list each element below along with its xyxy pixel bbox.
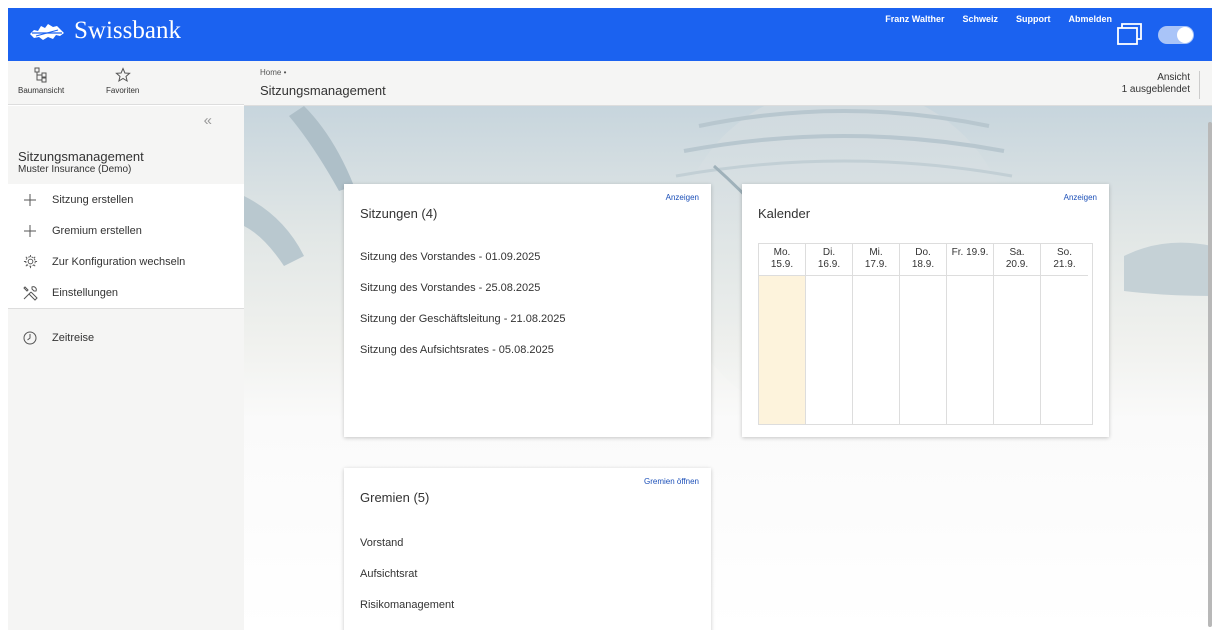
top-links: Franz Walther Schweiz Support Abmelden: [885, 14, 1112, 24]
calendar-day-cell[interactable]: [806, 276, 852, 424]
gear-icon: [22, 254, 38, 270]
create-session-label: Sitzung erstellen: [52, 193, 134, 206]
create-committee-label: Gremium erstellen: [52, 224, 142, 237]
sidebar-title: Sitzungsmanagement: [18, 149, 144, 164]
calendar-card-title: Kalender: [758, 206, 811, 221]
calendar-day-column[interactable]: Fr. 19.9.: [947, 244, 994, 424]
calendar-day-header: So. 21.9.: [1041, 244, 1088, 276]
scrollbar[interactable]: [1206, 106, 1212, 630]
calendar-day-cell[interactable]: [759, 276, 805, 424]
star-icon: [114, 67, 131, 83]
clock-icon: [22, 330, 38, 346]
calendar-day-cell[interactable]: [1041, 276, 1088, 424]
committees-card: Gremien öffnen Gremien (5) Vorstand Aufs…: [344, 468, 711, 630]
brand-name: Swissbank: [74, 17, 181, 44]
calendar-day-header: Fr. 19.9.: [947, 244, 993, 276]
time-travel-button[interactable]: Zeitreise: [8, 322, 244, 353]
collapse-sidebar-icon[interactable]: «: [204, 112, 212, 129]
swiss-map-icon: [30, 24, 64, 40]
calendar-day-column[interactable]: Sa. 20.9.: [994, 244, 1041, 424]
switch-configuration-label: Zur Konfiguration wechseln: [52, 255, 186, 268]
session-item[interactable]: Sitzung des Vorstandes - 25.08.2025: [360, 272, 700, 303]
theme-toggle[interactable]: [1158, 26, 1194, 44]
page-title: Sitzungsmanagement: [260, 83, 386, 98]
week-calendar: Mo. 15.9. Di. 16.9. Mi. 17.9. Do. 18.9. Fr. 19.9…: [758, 243, 1093, 425]
calendar-day-column[interactable]: Mi. 17.9.: [853, 244, 900, 424]
brand-logo[interactable]: Swissbank: [28, 17, 181, 45]
session-item[interactable]: Sitzung des Aufsichtsrates - 05.08.2025: [360, 334, 700, 365]
calendar-day-header: Di. 16.9.: [806, 244, 852, 276]
tree-view-button[interactable]: Baumansicht: [18, 67, 64, 95]
sessions-show-link[interactable]: Anzeigen: [666, 193, 699, 202]
window-icon[interactable]: [1116, 21, 1144, 47]
favorites-label: Favoriten: [106, 86, 140, 95]
settings-button[interactable]: Einstellungen: [8, 277, 244, 308]
session-item[interactable]: Sitzung des Vorstandes - 01.09.2025: [360, 241, 700, 272]
sessions-card: Anzeigen Sitzungen (4) Sitzung des Vorst…: [344, 184, 711, 437]
breadcrumb[interactable]: Home •: [260, 68, 286, 77]
region-link[interactable]: Schweiz: [962, 14, 998, 24]
committees-card-title: Gremien (5): [360, 490, 430, 505]
create-committee-button[interactable]: Gremium erstellen: [8, 215, 244, 246]
calendar-day-column[interactable]: Mo. 15.9.: [759, 244, 806, 424]
calendar-day-column[interactable]: Do. 18.9.: [900, 244, 947, 424]
tools-icon: [22, 285, 38, 301]
time-travel-label: Zeitreise: [52, 331, 95, 344]
committee-item[interactable]: Risikomanagement: [360, 589, 700, 620]
calendar-show-link[interactable]: Anzeigen: [1064, 193, 1097, 202]
settings-label: Einstellungen: [52, 286, 119, 299]
session-item[interactable]: Sitzung der Geschäftsleitung - 21.08.202…: [360, 303, 700, 334]
calendar-day-cell[interactable]: [853, 276, 899, 424]
calendar-day-header: Do. 18.9.: [900, 244, 946, 276]
calendar-day-column[interactable]: So. 21.9.: [1041, 244, 1088, 424]
favorites-button[interactable]: Favoriten: [106, 67, 139, 95]
sidebar-divider: [8, 308, 244, 309]
calendar-day-column[interactable]: Di. 16.9.: [806, 244, 853, 424]
view-label: Ansicht: [1157, 72, 1190, 83]
committees-open-link[interactable]: Gremien öffnen: [644, 477, 699, 486]
create-session-button[interactable]: Sitzung erstellen: [8, 184, 244, 215]
sessions-card-title: Sitzungen (4): [360, 206, 438, 221]
sidebar: « Sitzungsmanagement Muster Insurance (D…: [8, 106, 244, 630]
page-header: Home • Sitzungsmanagement Ansicht 1 ausg…: [244, 61, 1212, 106]
plus-icon: [22, 192, 38, 208]
sidebar-subtitle: Muster Insurance (Demo): [18, 164, 132, 175]
calendar-day-cell[interactable]: [947, 276, 993, 424]
view-settings-button[interactable]: Ansicht 1 ausgeblendet: [1122, 72, 1190, 96]
header-separator: [1199, 71, 1200, 99]
sidebar-menu: Sitzung erstellen Gremium erstellen Zur …: [8, 184, 244, 309]
calendar-day-header: Sa. 20.9.: [994, 244, 1040, 276]
scrollbar-thumb[interactable]: [1208, 122, 1212, 627]
sidebar-secondary-menu: Zeitreise: [8, 322, 244, 353]
calendar-day-header: Mi. 17.9.: [853, 244, 899, 276]
calendar-day-cell[interactable]: [900, 276, 946, 424]
committee-item[interactable]: Aufsichtsrat: [360, 558, 700, 589]
committees-list: Vorstand Aufsichtsrat Risikomanagement: [360, 527, 700, 620]
user-link[interactable]: Franz Walther: [885, 14, 944, 24]
sidebar-tools: Baumansicht Favoriten: [8, 61, 244, 105]
switch-configuration-button[interactable]: Zur Konfiguration wechseln: [8, 246, 244, 277]
calendar-card: Anzeigen Kalender Mo. 15.9. Di. 16.9. Mi. 17.…: [742, 184, 1109, 437]
tree-view-icon: [34, 67, 47, 83]
top-bar: Swissbank Franz Walther Schweiz Support …: [8, 8, 1212, 61]
support-link[interactable]: Support: [1016, 14, 1051, 24]
calendar-day-header: Mo. 15.9.: [759, 244, 805, 276]
committee-item[interactable]: Vorstand: [360, 527, 700, 558]
hidden-count-label: 1 ausgeblendet: [1121, 84, 1190, 95]
dashboard-area: Anzeigen Sitzungen (4) Sitzung des Vorst…: [244, 106, 1212, 630]
tree-view-label: Baumansicht: [18, 86, 65, 95]
logout-link[interactable]: Abmelden: [1068, 14, 1112, 24]
plus-icon: [22, 223, 38, 239]
calendar-day-cell[interactable]: [994, 276, 1040, 424]
sessions-list: Sitzung des Vorstandes - 01.09.2025 Sitz…: [360, 241, 700, 365]
